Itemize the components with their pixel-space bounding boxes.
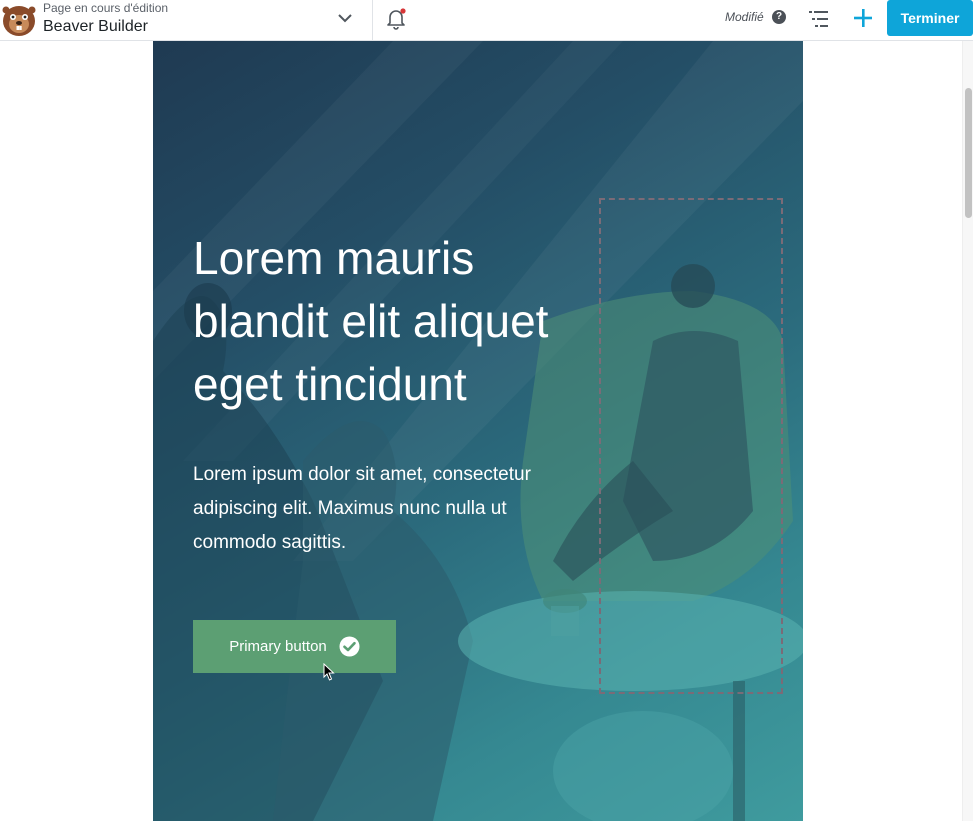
column-drop-zone[interactable]	[599, 198, 783, 694]
hero-paragraph[interactable]: Lorem ipsum dolor sit amet, consectetur …	[193, 458, 593, 560]
primary-button[interactable]: Primary button	[193, 620, 396, 673]
scrollbar-thumb[interactable]	[965, 88, 972, 218]
outline-icon[interactable]	[807, 8, 831, 30]
hero-row[interactable]: Lorem mauris blandit elit aliquet eget t…	[153, 41, 803, 821]
page-title: Beaver Builder	[43, 18, 148, 35]
hero-heading[interactable]: Lorem mauris blandit elit aliquet eget t…	[193, 227, 613, 416]
page-scrollbar[interactable]	[962, 41, 973, 821]
primary-button-label: Primary button	[229, 638, 327, 655]
check-circle-icon	[339, 636, 360, 657]
help-icon[interactable]: ?	[772, 10, 786, 24]
modified-status: Modifié	[725, 10, 764, 24]
mouse-cursor-icon	[323, 663, 335, 681]
bell-icon[interactable]	[385, 7, 407, 31]
editing-subtitle: Page en cours d'édition	[43, 1, 169, 15]
beaver-logo-icon[interactable]	[0, 2, 38, 38]
plus-icon[interactable]	[851, 6, 875, 30]
done-button[interactable]: Terminer	[887, 0, 973, 36]
page-info[interactable]: Page en cours d'édition Beaver Builder	[43, 1, 168, 37]
chevron-down-icon[interactable]	[336, 9, 354, 27]
toolbar-divider	[372, 0, 373, 41]
builder-toolbar: Page en cours d'édition Beaver Builder M…	[0, 0, 973, 41]
